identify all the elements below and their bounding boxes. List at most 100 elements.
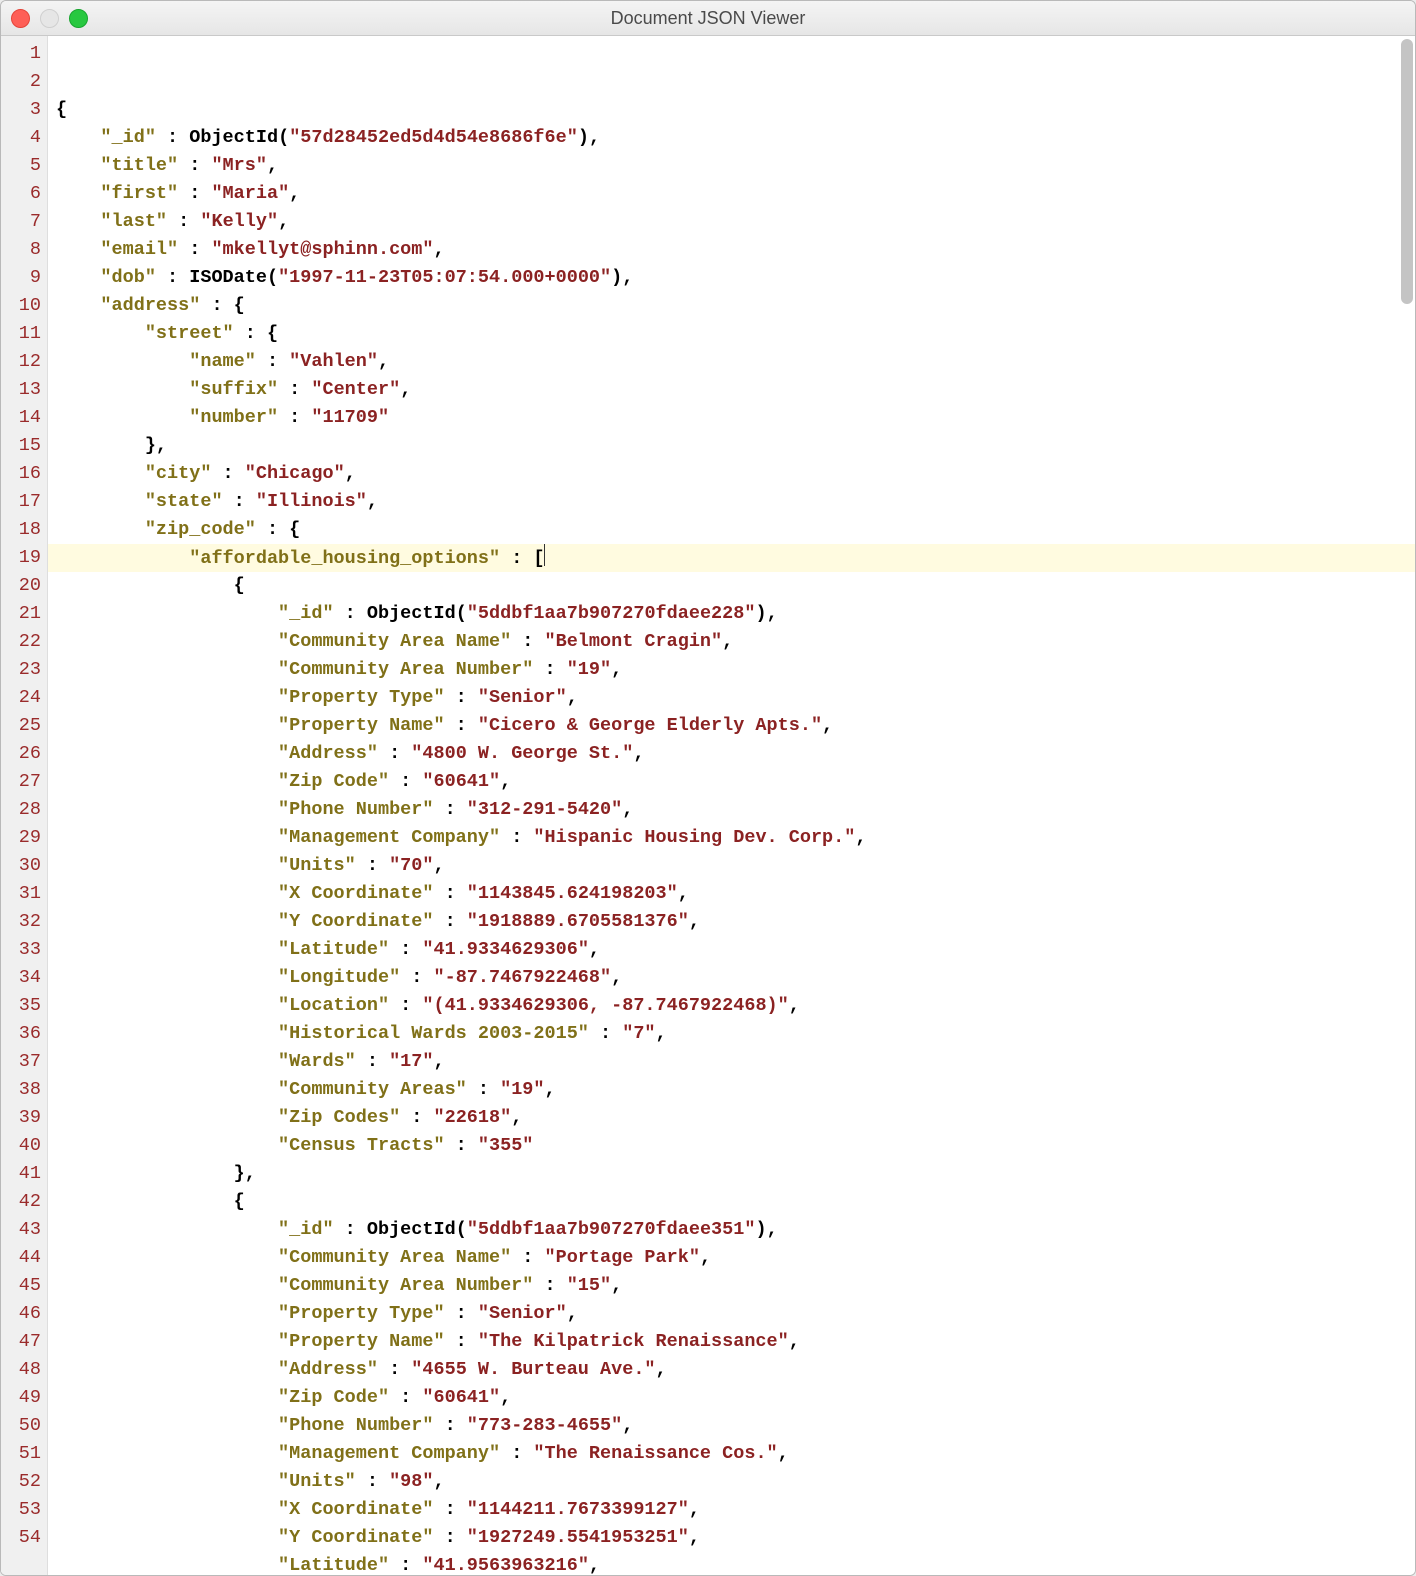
line-number: 33 <box>1 936 41 964</box>
token-p: , <box>367 491 378 512</box>
code-line[interactable]: "email" : "mkellyt@sphinn.com", <box>56 236 1415 264</box>
line-number: 1 <box>1 40 41 68</box>
code-line[interactable]: "_id" : ObjectId("5ddbf1aa7b907270fdaee3… <box>56 1216 1415 1244</box>
code-line[interactable]: "state" : "Illinois", <box>56 488 1415 516</box>
token-col: : <box>156 267 189 288</box>
code-line[interactable]: { <box>56 572 1415 600</box>
code-line[interactable]: { <box>56 1188 1415 1216</box>
zoom-icon[interactable] <box>69 9 88 28</box>
code-line[interactable]: "Units" : "98", <box>56 1468 1415 1496</box>
code-line[interactable]: "dob" : ISODate("1997-11-23T05:07:54.000… <box>56 264 1415 292</box>
code-line[interactable]: "first" : "Maria", <box>56 180 1415 208</box>
code-line[interactable]: "title" : "Mrs", <box>56 152 1415 180</box>
code-line[interactable]: "affordable_housing_options" : [ <box>48 544 1415 572</box>
line-number: 3 <box>1 96 41 124</box>
token-k: "Longitude" <box>278 967 400 988</box>
code-line[interactable]: "street" : { <box>56 320 1415 348</box>
token-p: ) <box>611 267 622 288</box>
code-line[interactable]: "Community Area Number" : "15", <box>56 1272 1415 1300</box>
token-s: "Chicago" <box>245 463 345 484</box>
code-line[interactable]: "address" : { <box>56 292 1415 320</box>
token-p: , <box>611 659 622 680</box>
code-line[interactable]: "Units" : "70", <box>56 852 1415 880</box>
code-line[interactable]: "Zip Code" : "60641", <box>56 1384 1415 1412</box>
token-s: "773-283-4655" <box>467 1415 622 1436</box>
token-p: , <box>400 379 411 400</box>
token-fn: ISODate <box>189 267 267 288</box>
token-col: : <box>234 323 267 344</box>
code-line[interactable]: "Property Name" : "Cicero & George Elder… <box>56 712 1415 740</box>
token-s: "1144211.7673399127" <box>467 1499 689 1520</box>
code-area[interactable]: { "_id" : ObjectId("57d28452ed5d4d54e868… <box>48 36 1415 1575</box>
code-line[interactable]: "X Coordinate" : "1144211.7673399127", <box>56 1496 1415 1524</box>
code-editor[interactable]: 1234567891011121314151617181920212223242… <box>1 36 1415 1575</box>
code-line[interactable]: "Community Area Name" : "Portage Park", <box>56 1244 1415 1272</box>
token-col: : <box>389 1387 422 1408</box>
code-line[interactable]: }, <box>56 1160 1415 1188</box>
code-line[interactable]: "Zip Codes" : "22618", <box>56 1104 1415 1132</box>
code-line[interactable]: "Community Area Name" : "Belmont Cragin"… <box>56 628 1415 656</box>
token-k: "Wards" <box>278 1051 356 1072</box>
token-s: "Hispanic Housing Dev. Corp." <box>533 827 855 848</box>
line-number: 24 <box>1 684 41 712</box>
code-line[interactable]: "Property Name" : "The Kilpatrick Renais… <box>56 1328 1415 1356</box>
code-line[interactable]: }, <box>56 432 1415 460</box>
code-line[interactable]: "Wards" : "17", <box>56 1048 1415 1076</box>
code-line[interactable]: "Phone Number" : "773-283-4655", <box>56 1412 1415 1440</box>
code-line[interactable]: "Property Type" : "Senior", <box>56 684 1415 712</box>
close-icon[interactable] <box>11 9 30 28</box>
code-line[interactable]: "Zip Code" : "60641", <box>56 768 1415 796</box>
code-line[interactable]: "Address" : "4800 W. George St.", <box>56 740 1415 768</box>
token-s: "Kelly" <box>200 211 278 232</box>
token-p: , <box>278 211 289 232</box>
token-k: "email" <box>100 239 178 260</box>
code-line[interactable]: "_id" : ObjectId("57d28452ed5d4d54e8686f… <box>56 124 1415 152</box>
token-p: ( <box>456 603 467 624</box>
token-s: "22618" <box>433 1107 511 1128</box>
code-line[interactable]: "Y Coordinate" : "1927249.5541953251", <box>56 1524 1415 1552</box>
token-p: , <box>434 239 445 260</box>
token-fn: ObjectId <box>367 603 456 624</box>
titlebar: Document JSON Viewer <box>1 1 1415 36</box>
token-p: , <box>656 1359 667 1380</box>
code-line[interactable]: "city" : "Chicago", <box>56 460 1415 488</box>
token-k: "Phone Number" <box>278 1415 433 1436</box>
code-line[interactable]: "Y Coordinate" : "1918889.6705581376", <box>56 908 1415 936</box>
token-s: "19" <box>500 1079 544 1100</box>
code-line[interactable]: "Community Areas" : "19", <box>56 1076 1415 1104</box>
code-line[interactable]: "Property Type" : "Senior", <box>56 1300 1415 1328</box>
code-line[interactable]: "last" : "Kelly", <box>56 208 1415 236</box>
token-col: : <box>445 715 478 736</box>
token-k: "Latitude" <box>278 1555 389 1575</box>
token-k: "Property Name" <box>278 1331 445 1352</box>
code-line[interactable]: "Historical Wards 2003-2015" : "7", <box>56 1020 1415 1048</box>
code-line[interactable]: "Phone Number" : "312-291-5420", <box>56 796 1415 824</box>
token-k: "Zip Code" <box>278 1387 389 1408</box>
code-line[interactable]: "_id" : ObjectId("5ddbf1aa7b907270fdaee2… <box>56 600 1415 628</box>
line-number: 16 <box>1 460 41 488</box>
token-col: : <box>389 1555 422 1575</box>
minimize-icon[interactable] <box>40 9 59 28</box>
token-col: : <box>467 1079 500 1100</box>
code-line[interactable]: "Census Tracts" : "355" <box>56 1132 1415 1160</box>
code-line[interactable]: "number" : "11709" <box>56 404 1415 432</box>
code-line[interactable]: "Latitude" : "41.9334629306", <box>56 936 1415 964</box>
code-line[interactable]: "Community Area Number" : "19", <box>56 656 1415 684</box>
token-col: : <box>256 351 289 372</box>
line-number: 20 <box>1 572 41 600</box>
code-line[interactable]: "name" : "Vahlen", <box>56 348 1415 376</box>
token-p: ) <box>578 127 589 148</box>
code-line[interactable]: { <box>56 96 1415 124</box>
code-line[interactable]: "Management Company" : "Hispanic Housing… <box>56 824 1415 852</box>
code-line[interactable]: "X Coordinate" : "1143845.624198203", <box>56 880 1415 908</box>
code-line[interactable]: "suffix" : "Center", <box>56 376 1415 404</box>
code-line[interactable]: "Management Company" : "The Renaissance … <box>56 1440 1415 1468</box>
code-line[interactable]: "zip_code" : { <box>56 516 1415 544</box>
code-line[interactable]: "Location" : "(41.9334629306, -87.746792… <box>56 992 1415 1020</box>
token-k: "Units" <box>278 1471 356 1492</box>
vertical-scrollbar[interactable] <box>1401 39 1413 304</box>
token-col: : <box>389 771 422 792</box>
code-line[interactable]: "Latitude" : "41.9563963216", <box>56 1552 1415 1575</box>
code-line[interactable]: "Longitude" : "-87.7467922468", <box>56 964 1415 992</box>
code-line[interactable]: "Address" : "4655 W. Burteau Ave.", <box>56 1356 1415 1384</box>
